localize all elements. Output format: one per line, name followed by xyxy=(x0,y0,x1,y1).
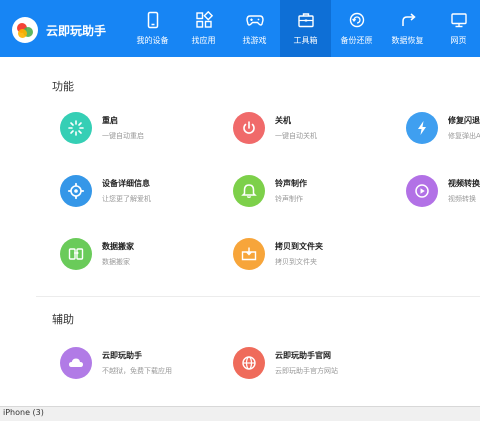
data-transfer-icon xyxy=(60,238,92,270)
gamepad-icon xyxy=(245,15,264,26)
toolbox-icon xyxy=(297,13,314,28)
brand-name: 云即玩助手 xyxy=(46,23,107,38)
tool-helper-app[interactable]: 云即玩助手 不越狱，免费下载应用 xyxy=(60,347,172,379)
section-divider xyxy=(36,296,480,297)
tool-name: 设备详细信息 xyxy=(102,179,150,188)
tool-name: 云即玩助手官网 xyxy=(275,351,331,360)
tool-ringtone[interactable]: 铃声制作 铃声制作 xyxy=(233,175,307,207)
lightning-icon xyxy=(406,112,438,144)
nav-label: 备份还原 xyxy=(340,36,373,45)
video-convert-icon xyxy=(406,175,438,207)
tool-official-site[interactable]: 云即玩助手官网 云即玩助手官方网站 xyxy=(233,347,338,379)
tool-device-info[interactable]: 设备详细信息 让您更了解爱机 xyxy=(60,175,151,207)
tool-desc: 修复弹出A xyxy=(448,132,480,140)
tool-data-transfer[interactable]: 数据搬家 数据搬家 xyxy=(60,238,134,270)
tool-name: 修复闪退/ xyxy=(448,116,480,125)
device-status: iPhone (3) xyxy=(3,408,44,417)
nav-web[interactable]: 网页 xyxy=(433,0,480,57)
tool-name: 重启 xyxy=(102,116,118,125)
tool-desc: 让您更了解爱机 xyxy=(102,195,151,203)
nav-label: 找游戏 xyxy=(242,36,267,45)
section-title-assist: 辅助 xyxy=(52,313,74,326)
tool-name: 数据搬家 xyxy=(102,242,134,251)
nav-find-apps[interactable]: 找应用 xyxy=(178,0,229,57)
monitor-icon xyxy=(450,13,467,28)
tool-desc: 视频转换 xyxy=(448,195,476,203)
tool-desc: 云即玩助手官方网站 xyxy=(275,367,338,375)
tool-fix-crash[interactable]: 修复闪退/ 修复弹出A xyxy=(406,112,480,144)
tool-desc: 铃声制作 xyxy=(275,195,303,203)
power-icon xyxy=(233,112,265,144)
main-nav: 我的设备 找应用 找游戏 工具箱 备份还原 数据恢复 网页 xyxy=(127,0,480,57)
cloud-icon xyxy=(60,347,92,379)
tool-copy-folder[interactable]: 拷贝到文件夹 拷贝到文件夹 xyxy=(233,238,323,270)
nav-label: 网页 xyxy=(450,36,467,45)
top-bar: 云即玩助手 我的设备 找应用 找游戏 工具箱 备份还原 数据恢复 网页 xyxy=(0,0,480,57)
nav-find-games[interactable]: 找游戏 xyxy=(229,0,280,57)
nav-backup[interactable]: 备份还原 xyxy=(331,0,382,57)
nav-label: 我的设备 xyxy=(136,36,169,45)
nav-toolbox[interactable]: 工具箱 xyxy=(280,0,331,57)
phone-icon xyxy=(147,11,158,29)
bell-icon xyxy=(233,175,265,207)
nav-label: 找应用 xyxy=(191,36,216,45)
nav-my-device[interactable]: 我的设备 xyxy=(127,0,178,57)
tool-name: 铃声制作 xyxy=(275,179,307,188)
backup-icon xyxy=(349,12,364,28)
tool-desc: 不越狱，免费下载应用 xyxy=(102,367,172,375)
copy-folder-icon xyxy=(233,238,265,270)
tool-restart[interactable]: 重启 一键自动重启 xyxy=(60,112,144,144)
tool-name: 关机 xyxy=(275,116,291,125)
globe-icon xyxy=(233,347,265,379)
tool-desc: 数据搬家 xyxy=(102,258,130,266)
nav-label: 数据恢复 xyxy=(391,36,424,45)
tool-desc: 一键自动关机 xyxy=(275,132,317,140)
tool-desc: 一键自动重启 xyxy=(102,132,144,140)
status-bar: iPhone (3) xyxy=(0,406,480,421)
app-logo xyxy=(12,17,38,43)
nav-label: 工具箱 xyxy=(293,36,318,45)
section-title-functions: 功能 xyxy=(52,80,74,93)
app-window: 云即玩助手 我的设备 找应用 找游戏 工具箱 备份还原 数据恢复 网页 功能 重… xyxy=(0,0,480,421)
apps-grid-icon xyxy=(195,11,213,28)
tool-desc: 拷贝到文件夹 xyxy=(275,258,317,266)
tool-name: 视频转换 xyxy=(448,179,480,188)
tool-name: 拷贝到文件夹 xyxy=(275,242,323,251)
tool-shutdown[interactable]: 关机 一键自动关机 xyxy=(233,112,317,144)
tool-video-convert[interactable]: 视频转换 视频转换 xyxy=(406,175,480,207)
gear-icon xyxy=(60,175,92,207)
brand-area: 云即玩助手 xyxy=(12,16,106,44)
nav-data-restore[interactable]: 数据恢复 xyxy=(382,0,433,57)
restart-icon xyxy=(60,112,92,144)
restore-icon xyxy=(401,13,416,26)
tool-name: 云即玩助手 xyxy=(102,351,142,360)
